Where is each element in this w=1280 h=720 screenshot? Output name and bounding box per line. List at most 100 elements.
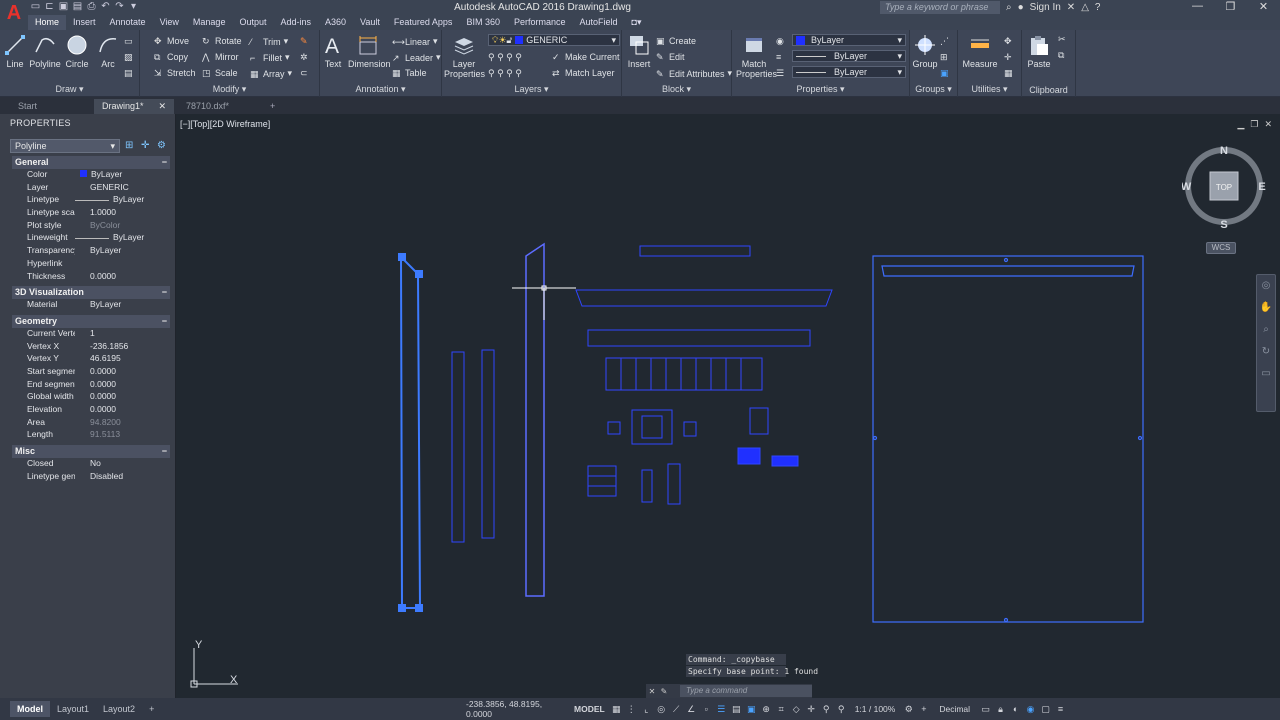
collapse-icon[interactable]: −	[162, 157, 167, 168]
property-row[interactable]: Elevation 0.0000	[12, 404, 170, 417]
tab-featured-apps[interactable]: Featured Apps	[387, 15, 460, 30]
cut-icon[interactable]: ✂	[1058, 34, 1066, 45]
selection-dropdown[interactable]: Polyline ▾	[10, 139, 120, 153]
property-value[interactable]: No	[75, 458, 170, 471]
dynamic-ucs-icon[interactable]: ⌗	[775, 704, 788, 714]
rotate-button[interactable]: ↻ Rotate	[202, 36, 242, 46]
model-space-button[interactable]: MODEL	[570, 704, 609, 714]
property-row[interactable]: Hyperlink	[12, 258, 170, 271]
group-select-icon[interactable]: ▣	[940, 68, 949, 79]
property-value[interactable]: ByColor	[75, 220, 170, 233]
property-row[interactable]: Linetype ByLayer	[12, 194, 170, 207]
signin-link[interactable]: Sign In	[1030, 2, 1061, 13]
close-icon[interactable]: ✕	[646, 687, 658, 696]
tab-manage[interactable]: Manage	[186, 15, 233, 30]
utilities-panel-title[interactable]: Utilities ▾	[958, 84, 1021, 95]
layer-tools-row2[interactable]: ⚲ ⚲ ⚲ ⚲	[488, 68, 522, 79]
fillet-button[interactable]: ⌐ Fillet ▾	[250, 52, 290, 63]
property-row[interactable]: Vertex Y 46.6195	[12, 353, 170, 366]
a360-icon[interactable]: △	[1081, 2, 1089, 13]
property-value[interactable]: 46.6195	[75, 353, 170, 366]
offset-icon[interactable]: ⊂	[300, 68, 308, 79]
select-objects-icon[interactable]: ✛	[141, 140, 151, 151]
tab-annotate[interactable]: Annotate	[103, 15, 153, 30]
property-value[interactable]: 1	[75, 328, 170, 341]
calculator-icon[interactable]: ▦	[1004, 68, 1013, 79]
make-current-button[interactable]: ✓ Make Current	[552, 52, 620, 62]
property-row[interactable]: Current Vertex 1	[12, 328, 170, 341]
property-row[interactable]: Color ByLayer	[12, 169, 170, 182]
circle-button[interactable]: Circle	[64, 34, 90, 69]
section-header-geometry[interactable]: Geometry −	[12, 314, 170, 328]
color-dropdown[interactable]: ByLayer ▾	[792, 34, 906, 46]
create-block-button[interactable]: ▣ Create	[656, 36, 696, 46]
orbit-icon[interactable]: ↻	[1257, 341, 1275, 363]
linetype-dropdown[interactable]: ByLayer ▾	[792, 50, 906, 62]
insert-button[interactable]: Insert	[626, 34, 652, 69]
property-row[interactable]: Global width 0.0000	[12, 391, 170, 404]
quick-select-icon[interactable]: ⚙	[157, 140, 167, 151]
tab-a360[interactable]: A360	[318, 15, 353, 30]
property-value[interactable]: ByLayer	[75, 232, 170, 245]
tab-output[interactable]: Output	[232, 15, 273, 30]
layout-tab-model[interactable]: Model	[10, 701, 50, 717]
file-tab-drawing1[interactable]: Drawing1* ✕	[94, 99, 174, 114]
minimize-button[interactable]: —	[1181, 0, 1214, 13]
isolate-objects-icon[interactable]: ◐	[1009, 704, 1022, 714]
property-row[interactable]: Layer GENERIC	[12, 182, 170, 195]
units-value[interactable]: Decimal	[931, 704, 978, 714]
selection-filter-icon[interactable]: ◇	[790, 704, 803, 714]
ungroup-icon[interactable]: ⋰	[940, 36, 949, 47]
property-value[interactable]: 0.0000	[75, 271, 170, 284]
layer-tools-row1[interactable]: ⚲ ⚲ ⚲ ⚲	[488, 52, 522, 63]
quick-select-icon[interactable]: ✥	[1004, 36, 1012, 47]
layout-tab-layout1[interactable]: Layout1	[50, 701, 96, 717]
property-value[interactable]: -236.1856	[75, 341, 170, 354]
layout-tab-layout2[interactable]: Layout2	[96, 701, 142, 717]
property-value[interactable]: ByLayer	[75, 194, 170, 207]
property-value[interactable]: 0.0000	[75, 366, 170, 379]
app-menu-button[interactable]: A	[0, 0, 28, 30]
lock-ui-icon[interactable]: 🔒︎	[994, 704, 1007, 714]
edit-attributes-button[interactable]: ✎ Edit Attributes ▾	[656, 68, 732, 79]
close-icon[interactable]: ✕	[158, 101, 166, 112]
help-icon[interactable]: ?	[1095, 2, 1101, 13]
annotation-monitor-icon[interactable]: +	[917, 704, 930, 714]
collapse-icon[interactable]: −	[162, 316, 167, 327]
tab-home[interactable]: Home	[28, 15, 67, 30]
scale-button[interactable]: ◳ Scale	[202, 68, 238, 78]
lineweight-dropdown[interactable]: ByLayer ▾	[792, 66, 906, 78]
layers-panel-title[interactable]: Layers ▾	[442, 84, 621, 95]
rectangle-icon[interactable]: ▭	[124, 36, 133, 47]
property-value[interactable]: 0.0000	[75, 379, 170, 392]
tab-autofield[interactable]: AutoField	[573, 15, 625, 30]
property-value[interactable]: 91.5113	[75, 429, 170, 442]
zoom-icon[interactable]: ⌕	[1257, 319, 1275, 341]
section-header-general[interactable]: General −	[12, 156, 170, 169]
tab-addins[interactable]: Add-ins	[273, 15, 318, 30]
snap-icon[interactable]: ⋮	[625, 704, 638, 714]
close-button[interactable]: ✕	[1247, 0, 1280, 13]
move-button[interactable]: ✥ Move	[154, 36, 189, 46]
object-snap-icon[interactable]: ▫	[700, 704, 713, 714]
modify-panel-title[interactable]: Modify ▾	[140, 84, 319, 95]
block-panel-title[interactable]: Block ▾	[622, 84, 731, 95]
viewcube[interactable]: TOP N S E W	[1182, 144, 1266, 230]
edit-block-button[interactable]: ✎ Edit	[656, 52, 685, 62]
polyline-button[interactable]: Polyline	[28, 34, 62, 69]
linear-button[interactable]: ⟷ Linear ▾	[392, 36, 438, 47]
annotation-visibility-icon[interactable]: ⚲	[820, 704, 833, 714]
property-value[interactable]: ByLayer	[75, 245, 170, 258]
property-row[interactable]: Linetype scale 1.0000	[12, 207, 170, 220]
layer-properties-button[interactable]: Layer Properties	[444, 34, 485, 79]
paste-button[interactable]: Paste	[1024, 34, 1054, 69]
match-properties-button[interactable]: Match Properties	[736, 34, 777, 79]
property-row[interactable]: End segment... 0.0000	[12, 379, 170, 392]
isodraft-icon[interactable]: ⟋	[670, 704, 683, 714]
ortho-icon[interactable]: ⌞	[640, 704, 653, 714]
property-value[interactable]: 1.0000	[75, 207, 170, 220]
drawing-canvas[interactable]: [−][Top][2D Wireframe] ▁ ❐ ✕ TOP N S E W…	[176, 114, 1280, 698]
clean-screen-icon[interactable]: ▢	[1039, 704, 1052, 714]
annotation-scale-icon[interactable]: ⚲	[835, 704, 848, 714]
showmotion-icon[interactable]: ▭	[1257, 363, 1275, 385]
